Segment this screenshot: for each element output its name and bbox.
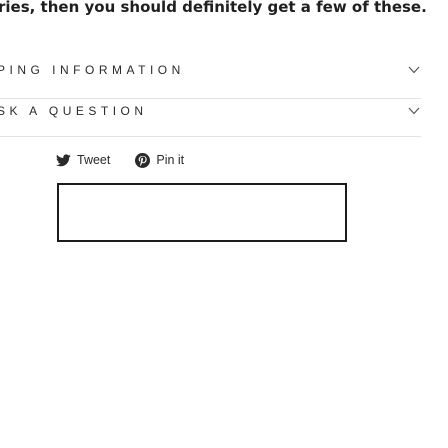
pinterest-icon	[134, 152, 150, 168]
pin-it-label: Pin it	[156, 153, 185, 167]
social-share-bar: Tweet Pin it	[55, 150, 184, 170]
chevron-down-icon	[407, 104, 421, 118]
accordion-shipping-label: PING INFORMATION	[0, 63, 185, 77]
accordion-question-label: SK A QUESTION	[0, 104, 148, 118]
twitter-icon	[55, 152, 71, 168]
empty-bordered-box	[57, 183, 347, 242]
accordion-shipping-information[interactable]: PING INFORMATION	[0, 60, 421, 80]
product-description-text: ries, then you should definitely get a f…	[0, 0, 427, 16]
accordion-ask-a-question[interactable]: SK A QUESTION	[0, 101, 421, 121]
accordion-divider	[0, 98, 421, 99]
pin-it-share-button[interactable]: Pin it	[134, 152, 184, 168]
accordion-divider	[0, 136, 421, 137]
tweet-label: Tweet	[77, 153, 111, 167]
chevron-down-icon	[407, 63, 421, 77]
tweet-share-button[interactable]: Tweet	[55, 152, 110, 168]
